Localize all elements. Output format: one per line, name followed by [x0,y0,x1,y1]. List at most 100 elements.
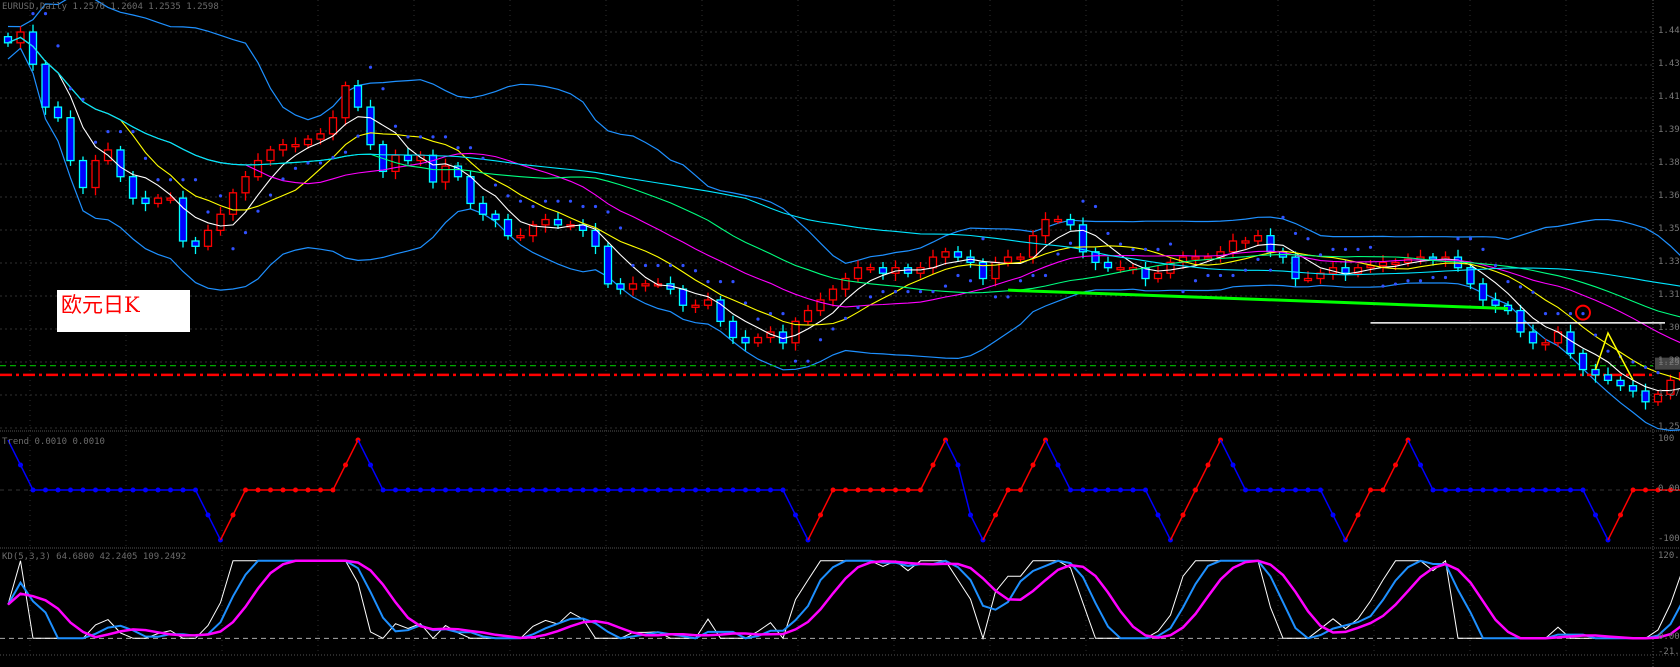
bullish-candle [1378,261,1388,267]
parabolic-sar-dot [618,226,623,230]
indicator1-segment [1594,514,1609,541]
parabolic-sar-dot [193,178,198,182]
bearish-candle [616,283,625,290]
indicator2-title: KD(5,3,3) 64.6800 42.2405 109.2492 [2,552,187,562]
indicator1-segment [944,439,959,466]
price-axis-label: 1.3025 [1658,323,1680,333]
bullish-candle [1191,256,1200,260]
parabolic-sar-dot [206,210,210,214]
parabolic-sar-dot [743,301,748,305]
parabolic-sar-dot [756,317,760,321]
bullish-candle [278,144,288,151]
indicator2-axis-label: 0.00 [1658,632,1680,643]
indicator1-segment [232,489,247,516]
parabolic-sar-dot [393,124,398,128]
bullish-candle [328,117,338,135]
bullish-candle [1003,256,1013,264]
parabolic-sar-dot [468,146,473,150]
bearish-candle [728,320,738,339]
bullish-candle [266,149,275,162]
parabolic-sar-dot [68,87,73,91]
price-axis-label: 1.3825 [1658,158,1680,168]
parabolic-sar-dot [1056,252,1060,256]
bollinger-upper-band [7,0,1680,264]
bearish-candle [28,31,38,65]
parabolic-sar-dot [106,129,110,134]
bearish-candle [1578,352,1588,371]
parabolic-sar-dot [118,129,123,134]
parabolic-sar-dot [1043,273,1048,278]
indicator1-segment [782,489,797,516]
parabolic-sar-dot [268,193,273,197]
indicator1-segment [932,439,947,466]
indicator1-segment [1344,514,1359,541]
indicator1-segment [1044,439,1059,466]
parabolic-sar-dot [1318,253,1323,257]
parabolic-sar-dot [368,65,373,69]
parabolic-sar-dot [668,263,673,268]
parabolic-sar-dot [906,289,910,294]
parabolic-sar-dot [918,289,923,294]
parabolic-sar-dot [556,199,560,203]
parabolic-sar-dot [793,359,798,363]
parabolic-sar-dot [1568,312,1573,316]
bearish-candle [1616,379,1625,387]
parabolic-sar-dot [1281,215,1285,219]
parabolic-sar-dot [256,209,260,213]
parabolic-sar-dot [1206,273,1210,278]
parabolic-sar-dot [31,12,35,16]
bearish-candle [503,218,513,237]
bearish-candle [491,213,500,221]
indicator1-segment [1332,514,1347,541]
price-axis-label: 1.3505 [1658,224,1680,234]
parabolic-sar-dot [1118,242,1123,246]
parabolic-sar-dot [443,135,448,139]
bearish-candle [1066,218,1075,226]
bearish-candle [1491,299,1500,306]
bearish-candle [1428,256,1438,260]
current-price-label: 1.2598 [1658,357,1680,368]
bullish-candle [1028,235,1038,258]
moving-average-5 [7,36,1680,392]
parabolic-sar-dot [1631,360,1635,364]
bearish-candle [403,154,413,162]
bearish-candle [741,336,750,344]
stochastic-raw-line [7,559,1680,641]
indicator1-segment [344,439,359,466]
parabolic-sar-dot [606,210,610,214]
indicator1-segment [332,464,347,491]
parabolic-sar-dot [1543,312,1548,316]
indicator2-axis-label: -21.76 [1658,647,1680,657]
bullish-candle [1153,272,1163,280]
parabolic-sar-dot [1656,371,1660,375]
price-axis-label: 1.3185 [1658,290,1680,300]
parabolic-sar-dot [693,269,698,273]
indicator1-segment [1582,489,1597,516]
bullish-candle [1053,218,1063,223]
parabolic-sar-dot [231,247,235,251]
parabolic-sar-dot [1368,245,1373,249]
parabolic-sar-dot [1506,279,1510,284]
bullish-candle [516,235,525,239]
stochastic-d-line [7,559,1680,640]
bearish-candle [878,267,888,274]
parabolic-sar-dot [1231,273,1235,278]
bullish-candle [91,159,100,189]
parabolic-sar-dot [56,44,60,48]
indicator1-segment [1157,514,1172,541]
indicator1-segment [794,514,809,541]
parabolic-sar-dot [1418,279,1423,283]
parabolic-sar-dot [1218,273,1223,278]
parabolic-sar-dot [43,12,48,16]
price-axis-label: 1.4465 [1658,26,1680,36]
parabolic-sar-dot [681,263,685,268]
bullish-candle [341,85,350,119]
parabolic-sar-dot [956,273,960,278]
indicator1-segment [1032,439,1047,466]
bullish-candle [1241,240,1250,244]
indicator1-segment [1019,464,1034,491]
parabolic-sar-dot [856,305,860,310]
bullish-candle [828,288,838,301]
chart-title: EURUSD,Daily 1.2576 1.2604 1.2535 1.2598 [2,2,219,12]
parabolic-sar-dot [1168,242,1173,246]
